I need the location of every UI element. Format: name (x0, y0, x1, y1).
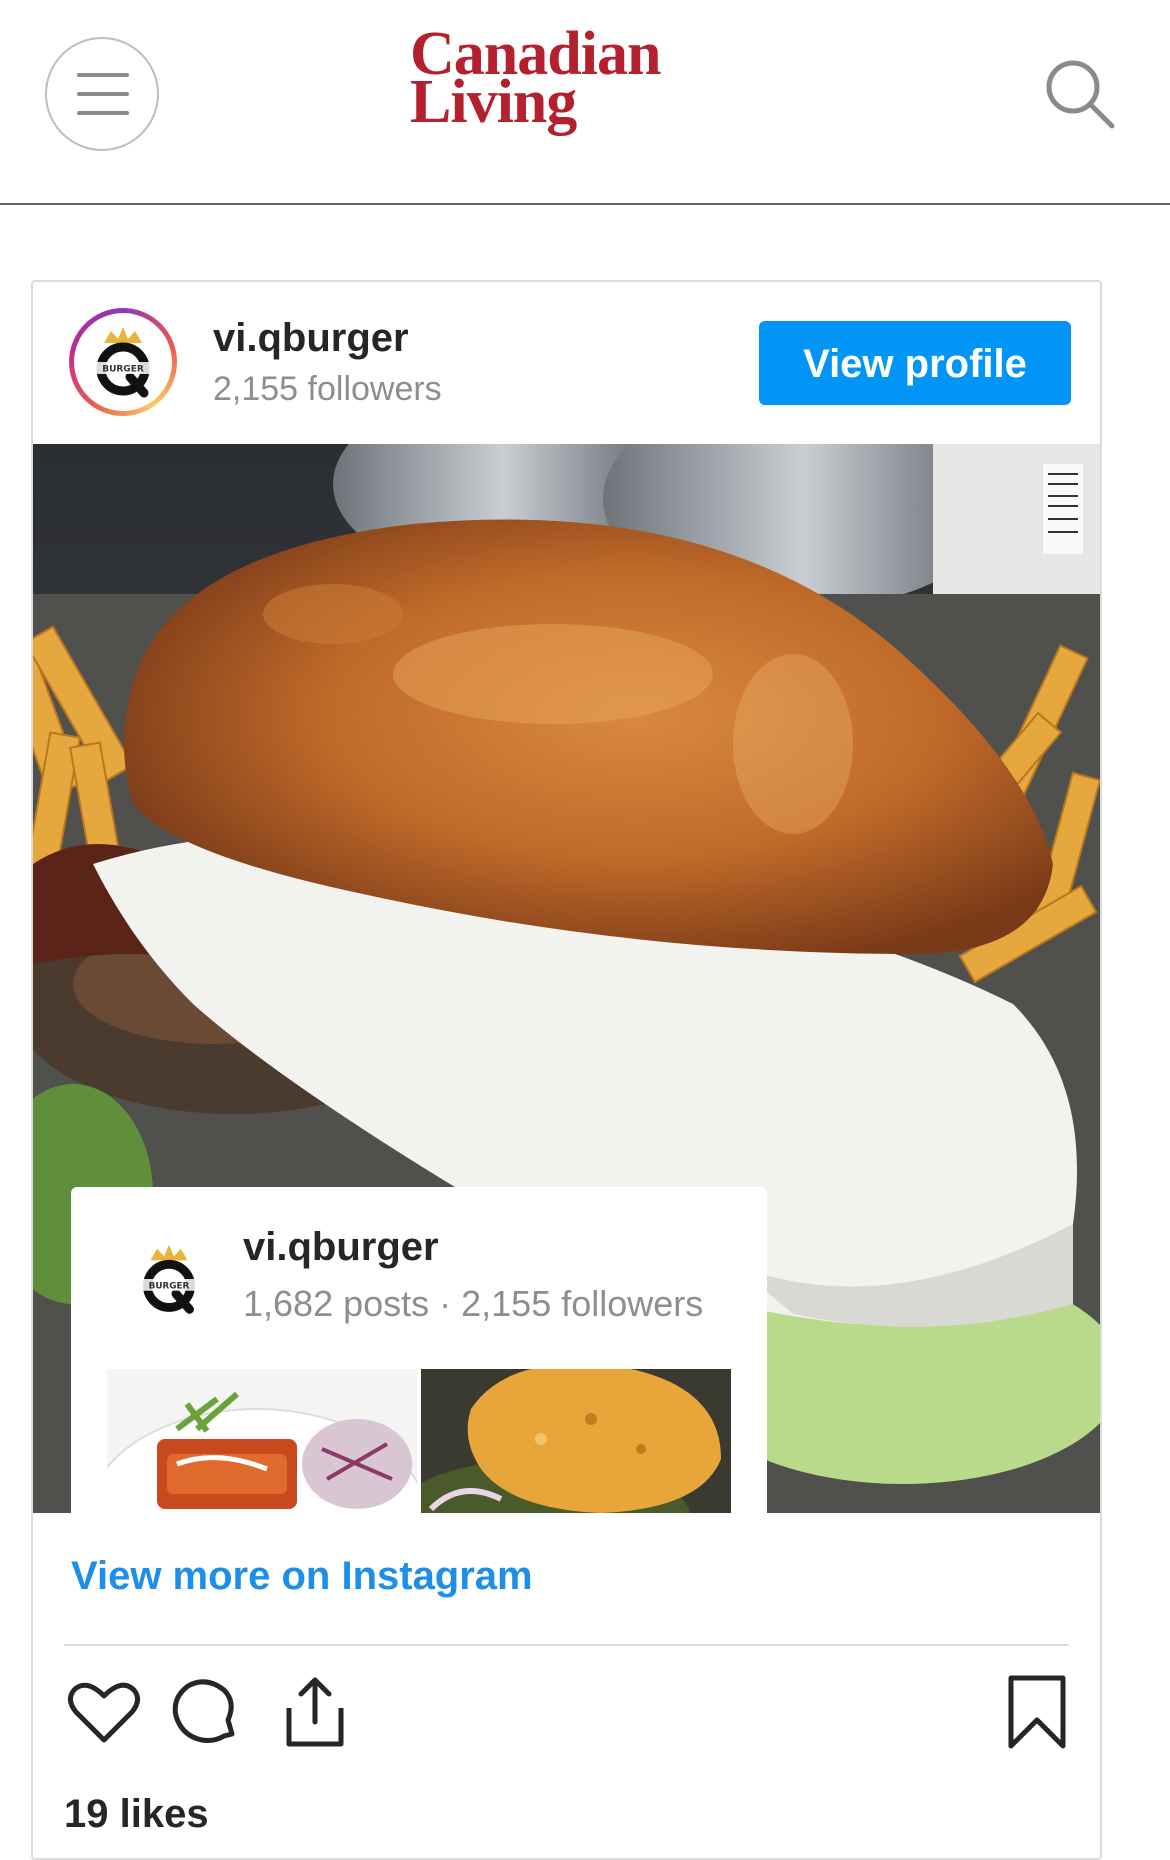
preview-stats: 1,682 posts · 2,155 followers (243, 1283, 704, 1324)
profile-handle[interactable]: vi.qburger (213, 316, 409, 361)
view-profile-button[interactable]: View profile (759, 321, 1071, 405)
logo-text: BURGER (102, 365, 144, 375)
hamburger-menu-button[interactable] (45, 37, 159, 151)
menu-bar (77, 73, 129, 77)
thumbnail-post[interactable] (421, 1369, 731, 1513)
like-count: 19 likes (64, 1792, 209, 1836)
profile-avatar[interactable]: BURGER (69, 308, 177, 416)
brand-logo[interactable]: Canadian Living (410, 23, 710, 136)
brand-line-2: Living (410, 68, 577, 136)
divider (64, 1644, 1069, 1646)
profile-preview-card[interactable]: BURGER vi.qburger 1,682 posts · 2,155 fo… (71, 1187, 767, 1513)
menu-bar (77, 111, 129, 115)
thumbnail-image (107, 1369, 417, 1513)
search-button[interactable] (1040, 54, 1120, 134)
share-button[interactable] (275, 1672, 355, 1752)
logo-text: BURGER (149, 1281, 190, 1291)
follower-count: 2,155 followers (213, 370, 442, 408)
embed-header: BURGER vi.qburger 2,155 followers View p… (33, 282, 1100, 444)
share-icon (286, 1677, 344, 1747)
thumbnail-image (421, 1369, 731, 1513)
search-icon (1046, 60, 1115, 129)
post-photo[interactable]: BURGER vi.qburger 1,682 posts · 2,155 fo… (33, 444, 1100, 1513)
site-header: Canadian Living (0, 0, 1170, 205)
like-button[interactable] (64, 1672, 144, 1752)
comment-button[interactable] (166, 1672, 246, 1752)
thumbnail-post[interactable] (107, 1369, 417, 1513)
bookmark-icon (1008, 1675, 1066, 1749)
instagram-embed: BURGER vi.qburger 2,155 followers View p… (31, 280, 1102, 1860)
comment-icon (172, 1679, 235, 1743)
view-more-on-instagram-link[interactable]: View more on Instagram (71, 1554, 533, 1599)
heart-icon (68, 1682, 140, 1743)
qburger-logo-icon: BURGER (96, 327, 150, 398)
menu-bar (77, 92, 129, 96)
save-button[interactable] (997, 1672, 1077, 1752)
preview-handle: vi.qburger (243, 1225, 439, 1269)
qburger-logo-icon: BURGER (142, 1244, 196, 1314)
